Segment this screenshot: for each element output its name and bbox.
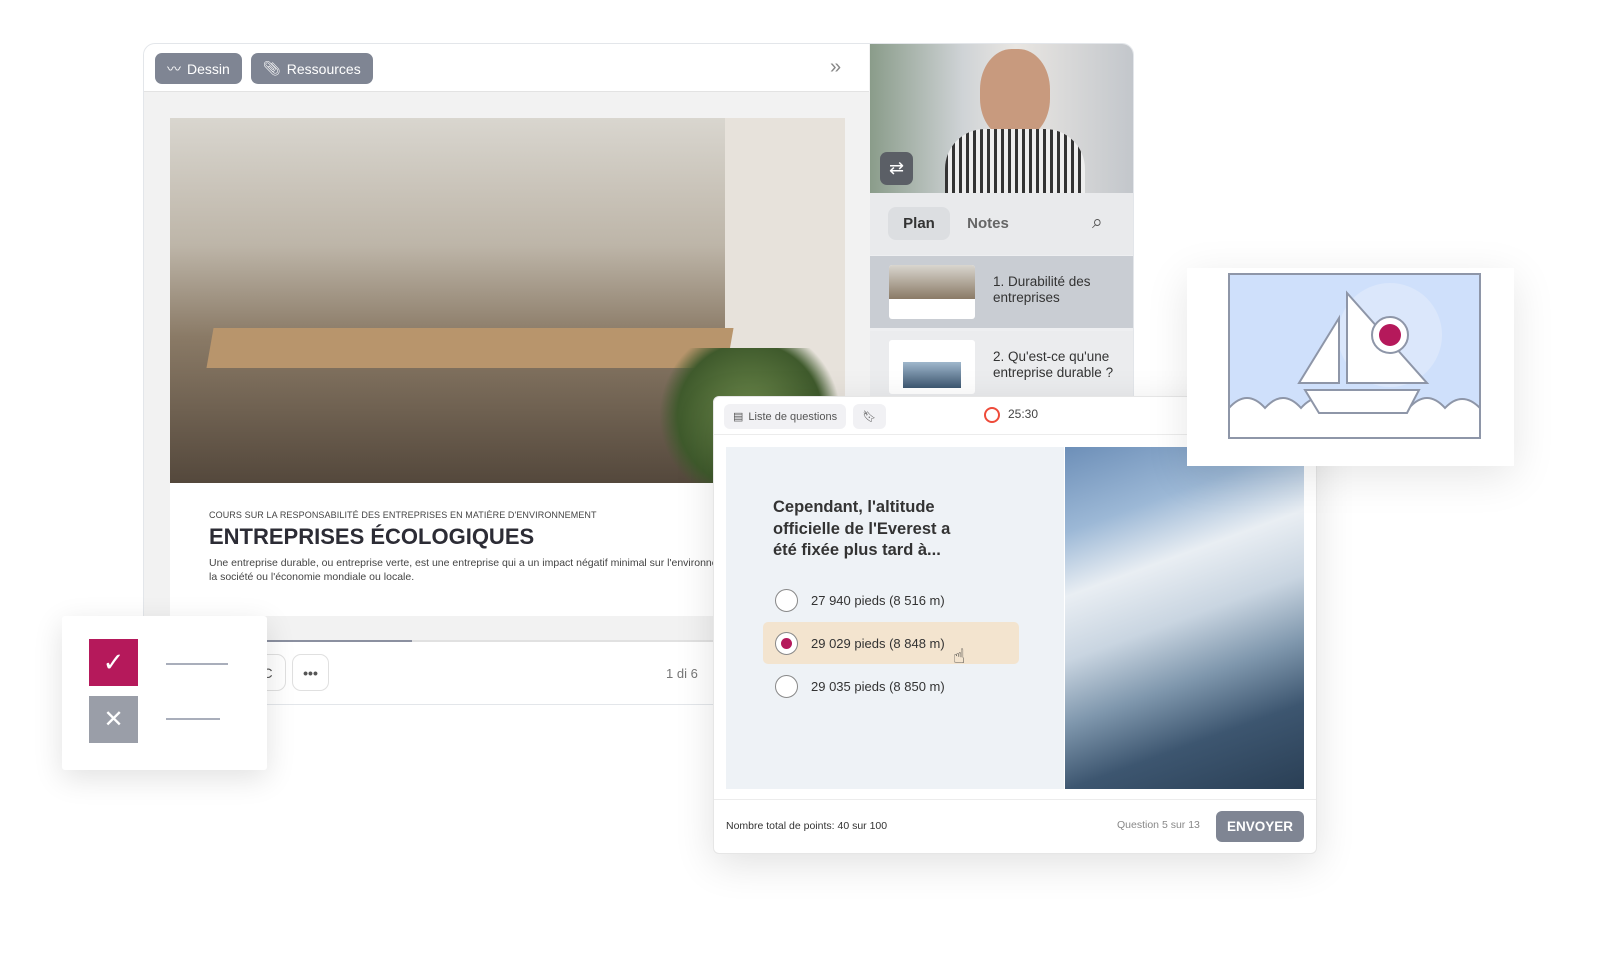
draw-icon: 〰	[167, 60, 181, 77]
image-placeholder-card	[1187, 268, 1514, 466]
cross-icon: ✕	[89, 696, 138, 743]
paperclip-icon: 📎︎	[263, 60, 281, 76]
divider	[166, 718, 220, 720]
radio[interactable]	[775, 588, 798, 612]
answer-option-selected[interactable]: 29 029 pieds (8 848 m) ☝︎	[763, 622, 1019, 668]
sailboat-image-icon	[1228, 273, 1481, 439]
question-panel: Cependant, l'altitude officielle de l'Ev…	[726, 447, 1064, 789]
collapse-chevrons-icon[interactable]: »	[830, 56, 841, 79]
more-options-button[interactable]: •••	[292, 654, 329, 691]
checklist-card: ✓ ✕	[62, 616, 267, 770]
resources-button[interactable]: 📎︎ Ressources	[251, 53, 373, 84]
tab-notes[interactable]: Notes	[958, 207, 1018, 240]
page-indicator: 1 di 6	[666, 666, 698, 681]
timer: 25:30	[1008, 407, 1039, 421]
total-points: Nombre total de points: 40 sur 100	[726, 820, 888, 832]
tab-plan[interactable]: Plan	[888, 207, 950, 240]
plan-item[interactable]: 1. Durabilité des entreprises	[870, 256, 1133, 328]
divider	[166, 663, 228, 665]
slide-thumbnail	[889, 340, 975, 394]
check-icon: ✓	[89, 639, 138, 686]
player-toolbar: 〰 Dessin 📎︎ Ressources »	[144, 44, 869, 92]
bookmark-icon: 🔖︎	[862, 411, 877, 423]
question-position: Question 5 sur 13	[1117, 819, 1200, 831]
search-icon[interactable]: ⌕	[1092, 212, 1103, 234]
slide-thumbnail	[889, 265, 975, 319]
bookmark-button[interactable]: 🔖︎	[853, 404, 886, 429]
sidebar-tabs: Plan Notes ⌕	[870, 193, 1133, 255]
radio-selected[interactable]	[775, 631, 798, 655]
list-icon: ▤	[733, 411, 744, 423]
radio[interactable]	[775, 674, 798, 698]
everest-photo	[1065, 447, 1304, 789]
swap-icon[interactable]: ⇄	[880, 152, 913, 185]
question-list-button[interactable]: ▤ Liste de questions	[724, 404, 847, 429]
answer-option[interactable]: 29 035 pieds (8 850 m)	[763, 665, 1019, 707]
answer-option[interactable]: 27 940 pieds (8 516 m)	[763, 579, 1019, 621]
presenter-video: ⇄	[870, 44, 1133, 193]
more-icon: •••	[303, 664, 318, 681]
timer-icon	[984, 407, 1000, 423]
draw-button[interactable]: 〰 Dessin	[155, 53, 242, 84]
question-text: Cependant, l'altitude officielle de l'Ev…	[773, 498, 951, 559]
submit-button[interactable]: ENVOYER	[1216, 811, 1304, 842]
plan-item[interactable]: 2. Qu'est-ce qu'une entreprise durable ?	[870, 331, 1133, 401]
